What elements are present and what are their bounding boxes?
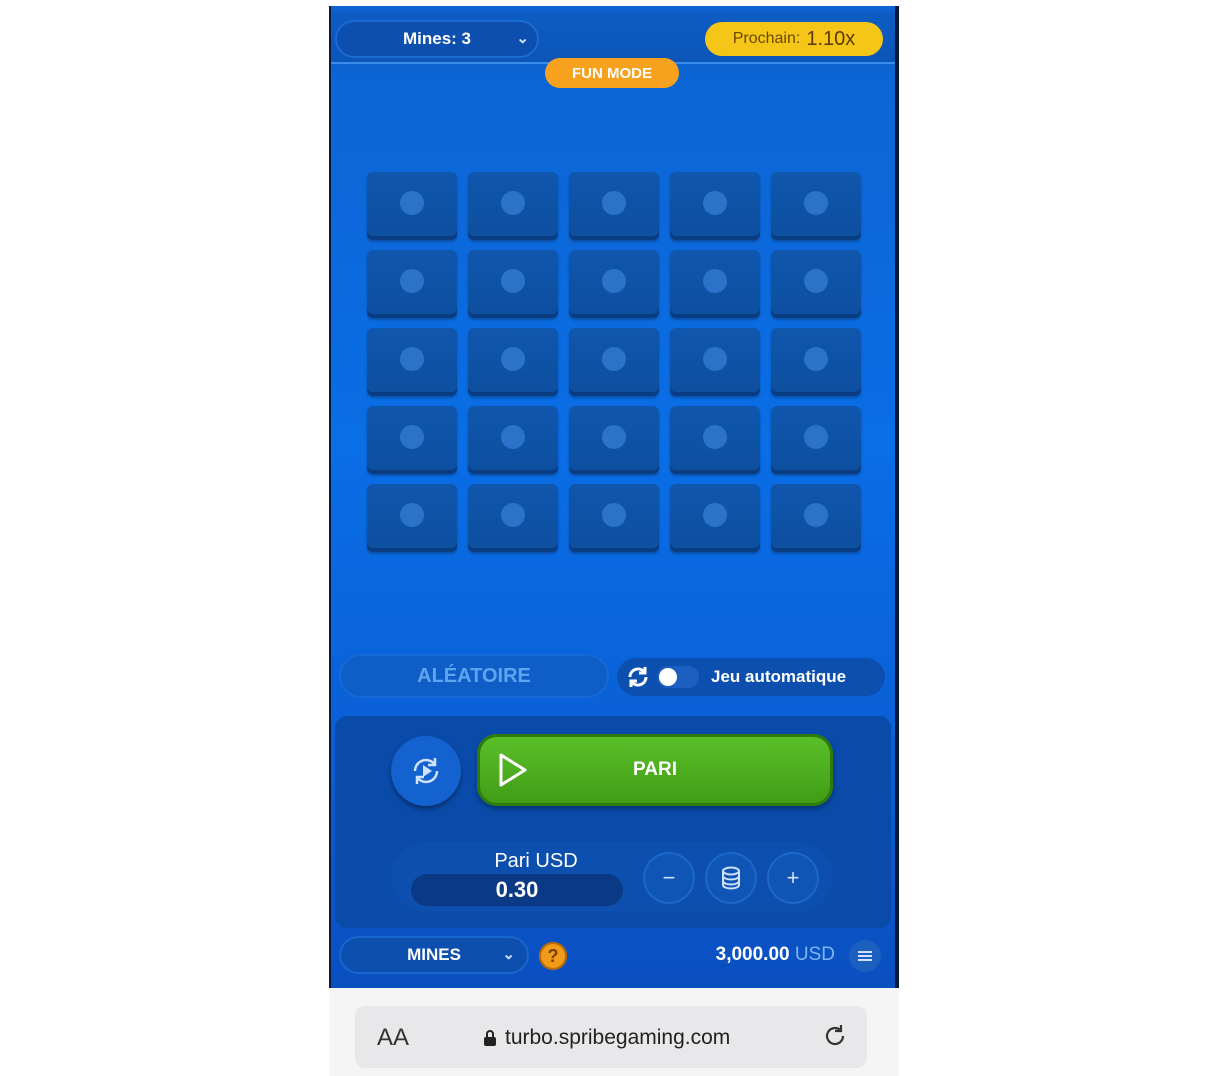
- mine-tile[interactable]: [771, 484, 861, 552]
- mine-tile[interactable]: [670, 328, 760, 396]
- mine-tile[interactable]: [771, 406, 861, 474]
- mine-tile[interactable]: [670, 172, 760, 240]
- auto-bet-button[interactable]: [391, 736, 461, 806]
- dot-icon: [602, 347, 626, 371]
- dot-icon: [602, 191, 626, 215]
- next-multiplier-value: 1.10x: [806, 27, 856, 50]
- mines-count-label: Mines: 3: [402, 29, 472, 48]
- mine-tile[interactable]: [569, 172, 659, 240]
- lock-icon: [484, 1030, 496, 1046]
- help-button[interactable]: ?: [539, 942, 567, 970]
- decrease-stake-button[interactable]: −: [643, 852, 695, 904]
- balance-currency: USD: [794, 944, 835, 965]
- game-name: MINES: [407, 945, 461, 964]
- hamburger-icon: [858, 951, 872, 961]
- dot-icon: [501, 269, 525, 293]
- mine-tile[interactable]: [468, 484, 558, 552]
- autoplay-control[interactable]: Jeu automatique: [617, 658, 885, 696]
- fun-mode-badge: FUN MODE: [545, 58, 679, 88]
- bet-button-label: PARI: [633, 759, 677, 780]
- dot-icon: [400, 425, 424, 449]
- toggle-knob: [659, 668, 677, 686]
- mine-tile[interactable]: [670, 406, 760, 474]
- mine-tile[interactable]: [569, 328, 659, 396]
- mine-tile[interactable]: [367, 250, 457, 318]
- dot-icon: [602, 425, 626, 449]
- coins-icon: [722, 866, 740, 890]
- url-text: turbo.spribegaming.com: [505, 1026, 731, 1049]
- text-size-button[interactable]: AA: [377, 1024, 409, 1052]
- menu-button[interactable]: [849, 940, 881, 972]
- mine-tile[interactable]: [468, 250, 558, 318]
- dot-icon: [501, 347, 525, 371]
- chevron-down-icon: ⌄: [502, 946, 515, 963]
- balance-amount: 3,000.00: [715, 944, 790, 965]
- dot-icon: [703, 425, 727, 449]
- reload-button[interactable]: [821, 1022, 849, 1055]
- stake-label: Pari USD: [494, 850, 578, 872]
- dot-icon: [501, 191, 525, 215]
- game-screen: Mines: 3 ⌄ Prochain: 1.10x FUN MODE ALÉA…: [329, 6, 899, 988]
- mine-tile[interactable]: [771, 328, 861, 396]
- mine-tile[interactable]: [468, 328, 558, 396]
- balance-display: 3,000.00 USD: [716, 944, 835, 966]
- mines-grid: [367, 172, 861, 552]
- stake-input[interactable]: 0.30: [411, 874, 623, 906]
- top-bar: Mines: 3 ⌄ Prochain: 1.10x: [331, 12, 895, 64]
- mines-count-select[interactable]: Mines: 3 ⌄: [335, 20, 539, 58]
- increase-stake-button[interactable]: +: [767, 852, 819, 904]
- next-multiplier-badge: Prochain: 1.10x: [705, 22, 883, 56]
- play-icon: [499, 753, 527, 787]
- phone-frame: Mines: 3 ⌄ Prochain: 1.10x FUN MODE ALÉA…: [329, 6, 899, 988]
- dot-icon: [400, 269, 424, 293]
- next-label: Prochain:: [732, 30, 801, 47]
- dot-icon: [703, 503, 727, 527]
- mine-tile[interactable]: [771, 250, 861, 318]
- mine-tile[interactable]: [367, 406, 457, 474]
- dot-icon: [400, 503, 424, 527]
- dot-icon: [703, 269, 727, 293]
- reload-icon: [825, 1025, 845, 1046]
- mine-tile[interactable]: [468, 172, 558, 240]
- stake-presets-button[interactable]: [705, 852, 757, 904]
- browser-bar: AA turbo.spribegaming.com: [329, 988, 899, 1076]
- autoplay-label: Jeu automatique: [711, 667, 847, 686]
- dot-icon: [703, 191, 727, 215]
- mine-tile[interactable]: [569, 406, 659, 474]
- mine-tile[interactable]: [670, 484, 760, 552]
- autoplay-toggle[interactable]: [657, 666, 699, 688]
- dot-icon: [804, 347, 828, 371]
- sync-icon: [623, 662, 653, 692]
- mine-tile[interactable]: [771, 172, 861, 240]
- random-pick-button[interactable]: ALÉATOIRE: [339, 654, 609, 698]
- chevron-down-icon: ⌄: [516, 30, 529, 47]
- dot-icon: [602, 269, 626, 293]
- replay-icon: [413, 758, 439, 784]
- mine-tile[interactable]: [367, 484, 457, 552]
- game-select[interactable]: MINES ⌄: [339, 936, 529, 974]
- dot-icon: [400, 347, 424, 371]
- mine-tile[interactable]: [367, 328, 457, 396]
- dot-icon: [804, 269, 828, 293]
- dot-icon: [501, 425, 525, 449]
- mine-tile[interactable]: [569, 250, 659, 318]
- mine-tile[interactable]: [569, 484, 659, 552]
- dot-icon: [804, 425, 828, 449]
- dot-icon: [703, 347, 727, 371]
- stake-control: Pari USD 0.30 − +: [391, 842, 833, 912]
- url-display[interactable]: turbo.spribegaming.com: [483, 1026, 730, 1050]
- mine-tile[interactable]: [468, 406, 558, 474]
- dot-icon: [501, 503, 525, 527]
- mine-tile[interactable]: [367, 172, 457, 240]
- mine-tile[interactable]: [670, 250, 760, 318]
- place-bet-button[interactable]: PARI: [477, 734, 833, 806]
- dot-icon: [804, 191, 828, 215]
- bet-panel: PARI Pari USD 0.30 − +: [335, 716, 891, 928]
- dot-icon: [602, 503, 626, 527]
- dot-icon: [400, 191, 424, 215]
- dot-icon: [804, 503, 828, 527]
- address-bar[interactable]: AA turbo.spribegaming.com: [355, 1006, 867, 1068]
